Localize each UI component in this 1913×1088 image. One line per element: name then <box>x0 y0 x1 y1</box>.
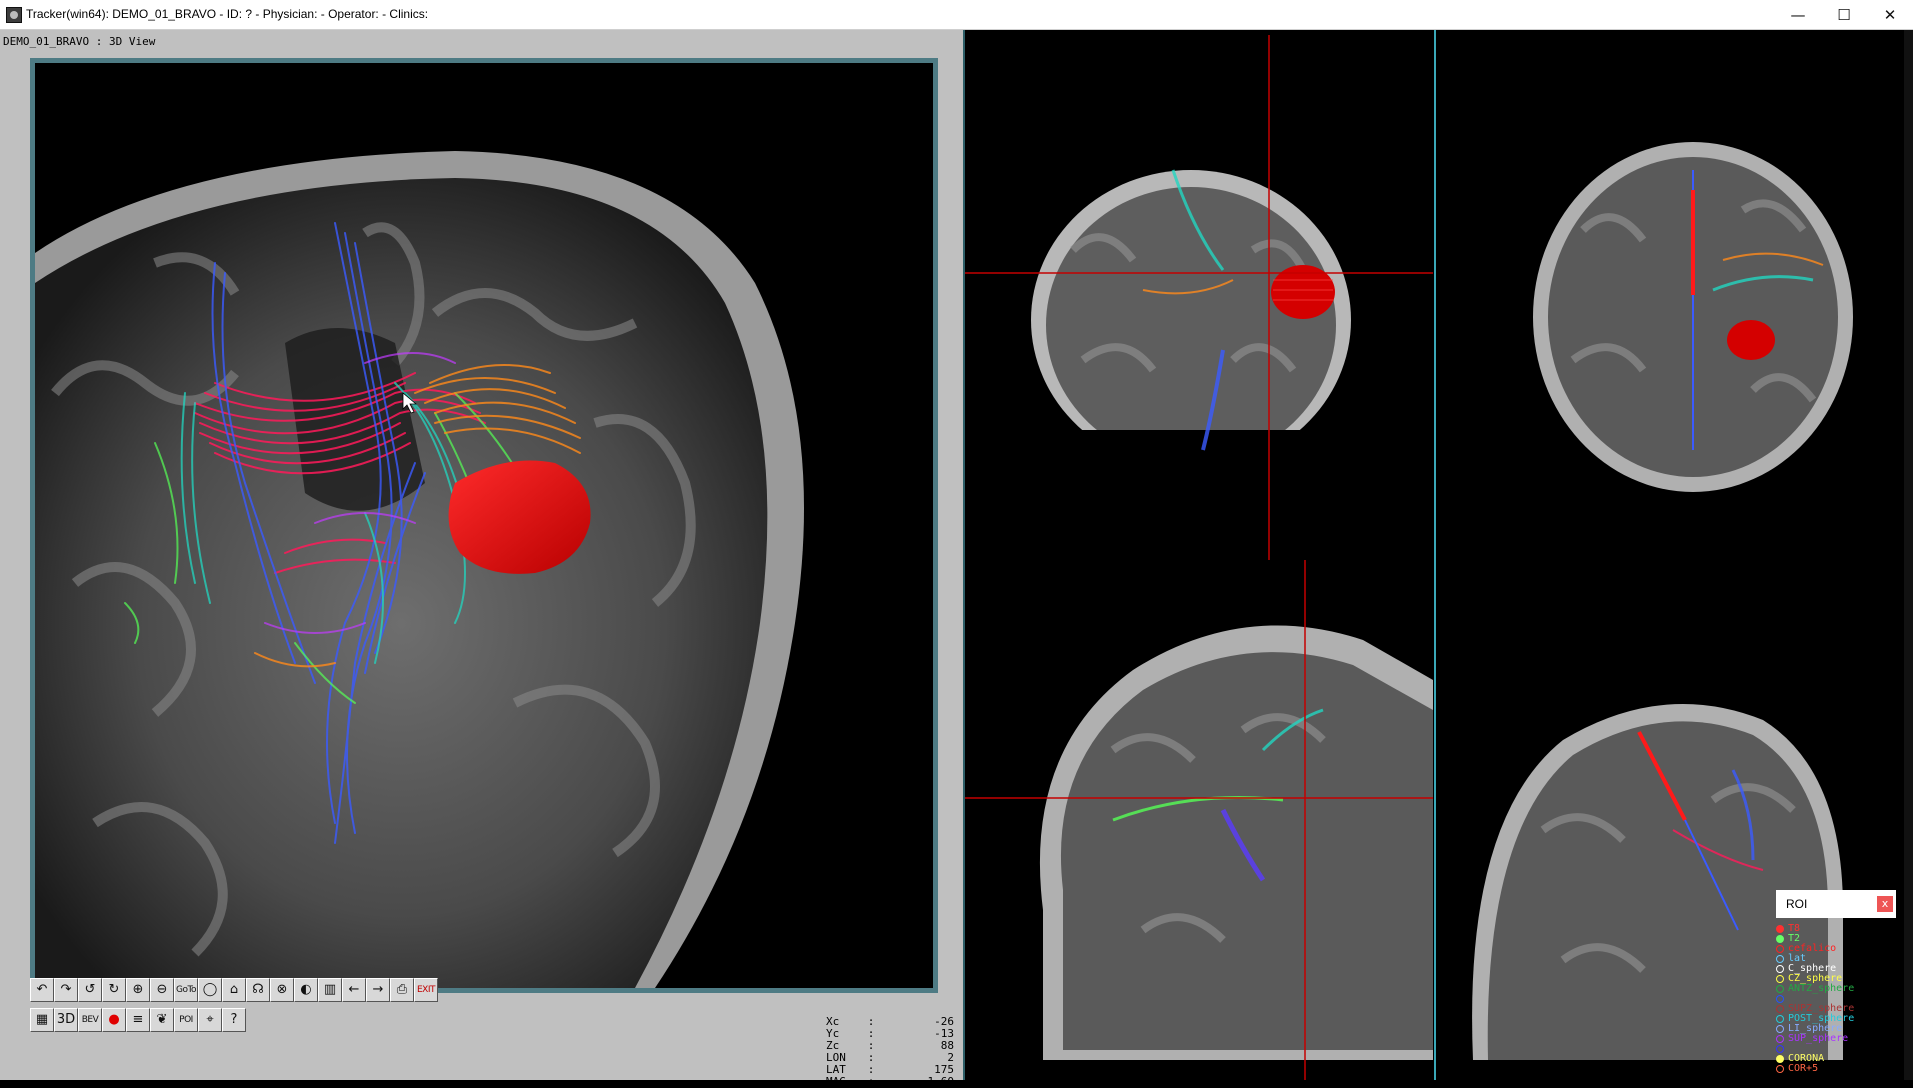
slice-views-canvas[interactable] <box>963 30 1913 1080</box>
roi-close-button[interactable]: x <box>1877 896 1893 912</box>
roi-visibility-icon[interactable] <box>1776 1015 1784 1023</box>
roi-item[interactable]: SUP_sphere <box>1776 1034 1913 1044</box>
toolbar-row-2: ▦ 3D BEV ● ≡ ❦ POI ⌖? <box>30 1008 440 1034</box>
axial-tumor <box>1727 320 1775 360</box>
print-icon[interactable]: ⎙ <box>390 978 414 1002</box>
rotate-right-icon[interactable]: ↻ <box>102 978 126 1002</box>
3d-view-canvas[interactable] <box>35 63 933 988</box>
coordinate-value: 88 <box>940 1039 954 1052</box>
contrast-icon[interactable]: ◐ <box>294 978 318 1002</box>
axial-slice-view <box>1533 142 1853 492</box>
coronal-brain <box>1046 187 1336 463</box>
roi-item[interactable]: COR+5 <box>1776 1064 1913 1074</box>
grid-icon[interactable]: ▦ <box>30 1008 54 1032</box>
roi-list: T8 T2 cefalico lat C_sphere CZ_sphere ANTZ_sph… <box>1776 924 1913 1074</box>
app-icon <box>6 7 22 23</box>
window-title: Tracker(win64): DEMO_01_BRAVO - ID: ? - … <box>26 7 429 21</box>
tumor-3d <box>448 460 591 574</box>
roi-visibility-icon[interactable] <box>1776 1055 1784 1063</box>
crosshair-icon[interactable]: ⌖ <box>198 1008 222 1032</box>
roi-visibility-icon[interactable] <box>1776 955 1784 963</box>
3d-icon[interactable]: 3D <box>54 1008 78 1032</box>
roi-visibility-icon[interactable] <box>1776 1025 1784 1033</box>
coordinates-readout: Xc: -26 Yc: -13 Zc:88 LON:2 LAT:175 MAG:1.60 <box>826 1016 954 1088</box>
scrollbar[interactable] <box>1904 30 1913 1080</box>
minimize-button[interactable]: — <box>1775 0 1821 30</box>
help-icon[interactable]: ? <box>222 1008 246 1032</box>
red-dot-icon[interactable]: ● <box>102 1008 126 1032</box>
toolbar: ↶ ↷ ↺ ↻ ⊕ ⊖ GoTo ◯ ⌂ ☊ ⊗ ◐ ▥ ← → ⎙ EXIT ▦ 3D BEV ● ≡ ❦ POI ⌖? <box>30 978 440 1034</box>
head-back-icon[interactable]: ⌂ <box>222 978 246 1002</box>
no-head-icon[interactable]: ⊗ <box>270 978 294 1002</box>
head-side-icon[interactable]: ☊ <box>246 978 270 1002</box>
roi-visibility-icon[interactable] <box>1776 1065 1784 1073</box>
panel-separator-left <box>963 30 965 1080</box>
roi-label: ANTZ_sphere <box>1788 983 1855 994</box>
goto-icon[interactable]: GoTo <box>174 978 198 1002</box>
rotate-left-icon[interactable]: ↺ <box>78 978 102 1002</box>
title-bar: Tracker(win64): DEMO_01_BRAVO - ID: ? - … <box>0 0 1913 30</box>
brain-shape <box>35 178 768 988</box>
roi-visibility-icon[interactable] <box>1776 995 1784 1003</box>
roi-item[interactable]: ANTZ_sphere <box>1776 984 1913 994</box>
roi-visibility-icon[interactable] <box>1776 925 1784 933</box>
poi-icon[interactable]: POI <box>174 1008 198 1032</box>
roi-title: ROI <box>1786 897 1808 911</box>
exit-icon[interactable]: EXIT <box>414 978 438 1002</box>
left-panel: DEMO_01_BRAVO : 3D View ↶ ↷ ↺ ↻ ⊕ ⊖ GoTo… <box>0 30 963 1088</box>
roi-visibility-icon[interactable] <box>1776 1035 1784 1043</box>
coordinate-row: MAG: 1.60 <box>826 1076 954 1088</box>
coordinate-label: MAG <box>826 1075 846 1088</box>
close-button[interactable]: ✕ <box>1867 0 1913 30</box>
head-front-icon[interactable]: ◯ <box>198 978 222 1002</box>
roi-visibility-icon[interactable] <box>1776 985 1784 993</box>
slice-views-panel <box>963 30 1913 1080</box>
maximize-button[interactable]: ☐ <box>1821 0 1867 30</box>
panel-separator-middle <box>1434 30 1436 1080</box>
undo-icon[interactable]: ↶ <box>30 978 54 1002</box>
roi-label: COR+5 <box>1788 1063 1819 1074</box>
zoom-in-icon[interactable]: ⊕ <box>126 978 150 1002</box>
zoom-out-icon[interactable]: ⊖ <box>150 978 174 1002</box>
toolbar-row-1: ↶ ↷ ↺ ↻ ⊕ ⊖ GoTo ◯ ⌂ ☊ ⊗ ◐ ▥ ← → ⎙ EXIT <box>30 978 440 1004</box>
view-frame <box>30 58 938 993</box>
coordinate-value: 1.60 <box>927 1075 955 1088</box>
coordinate-colon: : <box>867 1075 875 1088</box>
arrow-right-icon[interactable]: → <box>366 978 390 1002</box>
arrow-left-icon[interactable]: ← <box>342 978 366 1002</box>
bev-icon[interactable]: BEV <box>78 1008 102 1032</box>
roi-visibility-icon[interactable] <box>1776 1005 1784 1013</box>
brain-icon[interactable]: ❦ <box>150 1008 174 1032</box>
fibers-icon[interactable]: ≡ <box>126 1008 150 1032</box>
roi-visibility-icon[interactable] <box>1776 945 1784 953</box>
slice-icon[interactable]: ▥ <box>318 978 342 1002</box>
redo-icon[interactable]: ↷ <box>54 978 78 1002</box>
roi-visibility-icon[interactable] <box>1776 975 1784 983</box>
view-label: DEMO_01_BRAVO : 3D View <box>3 35 156 48</box>
roi-visibility-icon[interactable] <box>1776 935 1784 943</box>
roi-header: ROI x <box>1776 890 1896 918</box>
roi-label: SUP_sphere <box>1788 1033 1849 1044</box>
coordinate-row: Yc: -13 <box>826 1028 954 1040</box>
roi-visibility-icon[interactable] <box>1776 965 1784 973</box>
roi-visibility-icon[interactable] <box>1776 1045 1784 1053</box>
